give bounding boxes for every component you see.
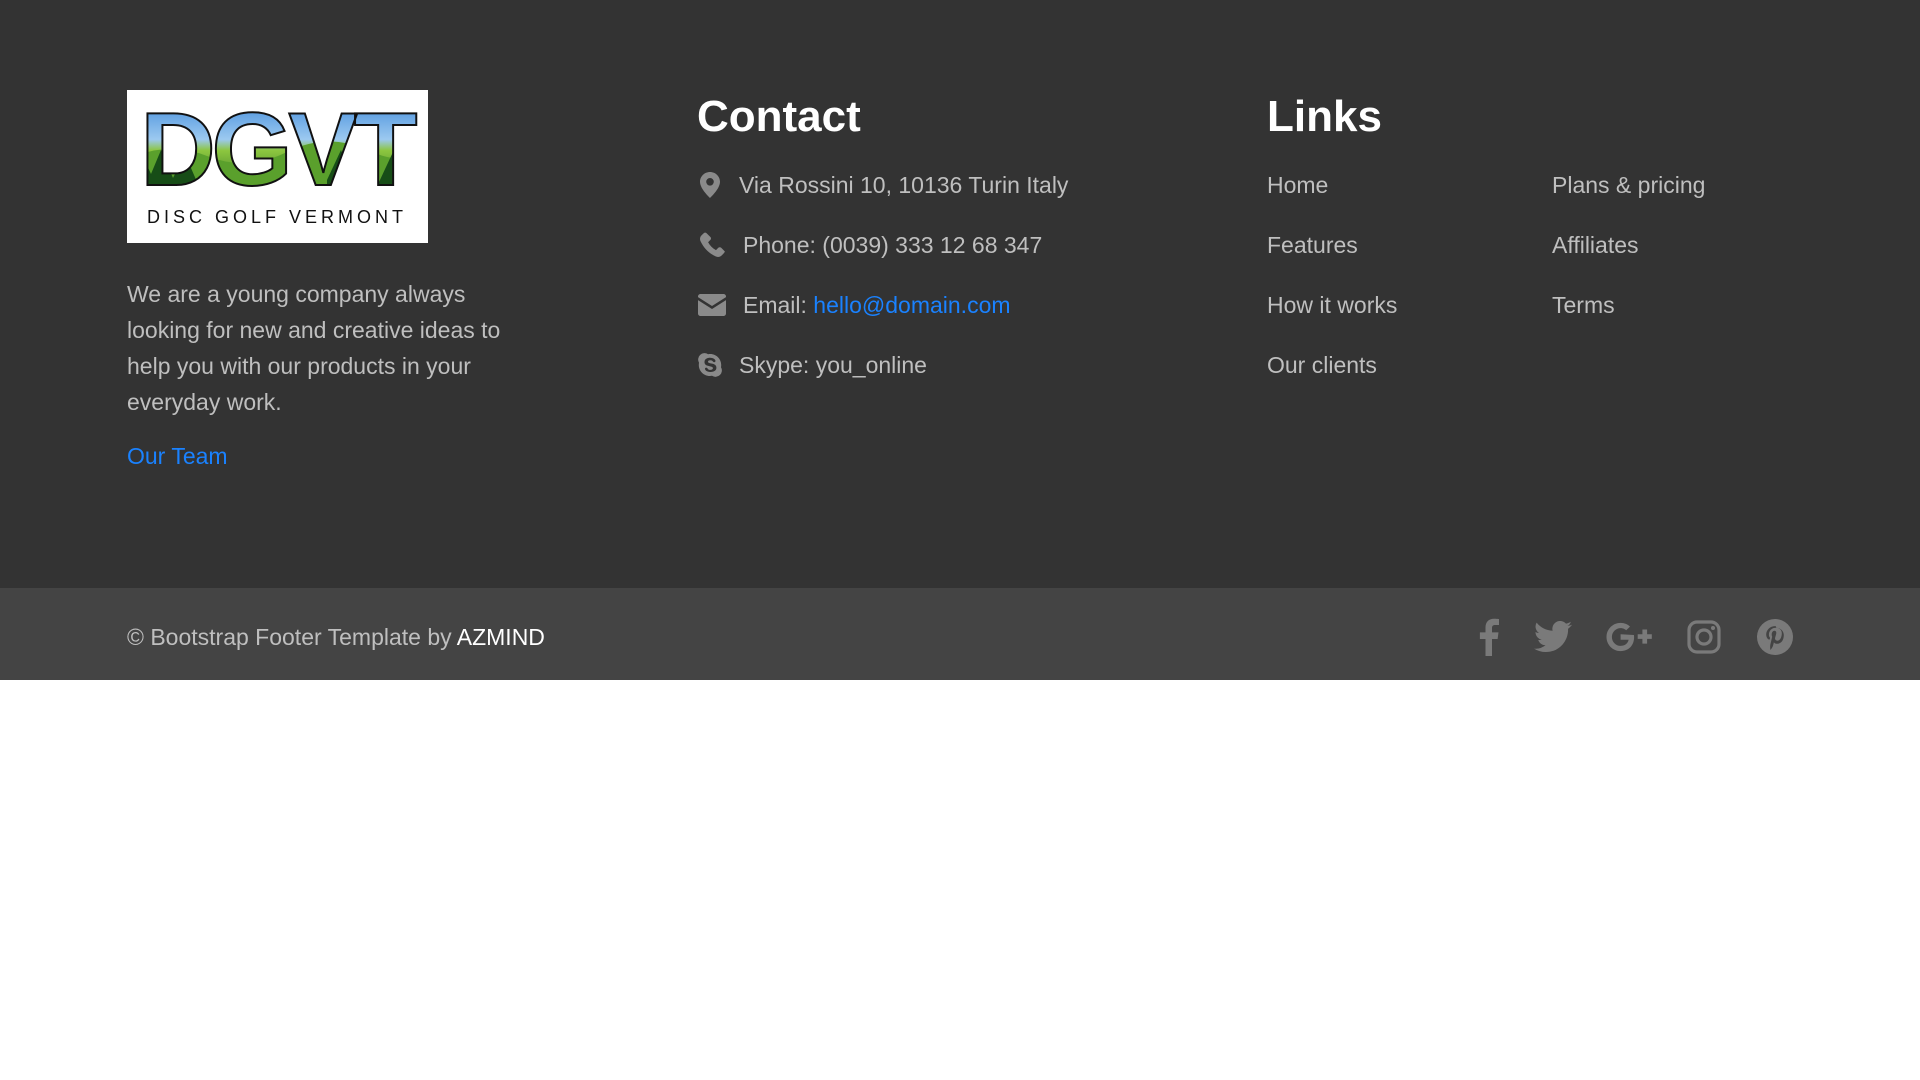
google-plus-icon[interactable] (1606, 618, 1652, 656)
dgvt-logo-graphic: DGVT DGVT DISC GOLF VERMONT (140, 91, 422, 227)
pinterest-icon[interactable] (1756, 618, 1794, 656)
our-team-link[interactable]: Our Team (127, 443, 228, 470)
dgvt-logo[interactable]: DGVT DGVT DISC GOLF VERMONT (127, 90, 428, 243)
skype-text: Skype: you_online (739, 351, 927, 378)
about-column: DGVT DGVT DISC GOLF VERMONT We are a you… (127, 90, 527, 470)
map-marker-icon (697, 172, 723, 198)
links-column: Links Home Features How it works Our cli… (1267, 90, 1827, 378)
envelope-icon (697, 292, 727, 318)
azmind-link[interactable]: AZMIND (457, 624, 545, 650)
contact-phone: Phone: (0039) 333 12 68 347 (697, 230, 1042, 260)
footer-top: DGVT DGVT DISC GOLF VERMONT We are a you… (0, 0, 1920, 588)
link-our-clients[interactable]: Our clients (1267, 350, 1377, 380)
link-terms[interactable]: Terms (1552, 290, 1615, 320)
contact-heading: Contact (697, 92, 861, 141)
twitter-icon[interactable] (1533, 618, 1573, 656)
contact-skype: Skype: you_online (697, 350, 927, 380)
links-heading: Links (1267, 92, 1382, 141)
about-text: We are a young company always looking fo… (127, 281, 501, 415)
address-text: Via Rossini 10, 10136 Turin Italy (739, 171, 1069, 198)
facebook-icon[interactable] (1476, 618, 1502, 656)
link-home[interactable]: Home (1267, 170, 1328, 200)
svg-text:DGVT: DGVT (141, 92, 417, 208)
email-link[interactable]: hello@domain.com (813, 292, 1010, 319)
contact-column: Contact Via Rossini 10, 10136 Turin Ital… (697, 90, 1217, 378)
instagram-icon[interactable] (1686, 618, 1722, 656)
link-features[interactable]: Features (1267, 230, 1358, 260)
copyright-prefix: © Bootstrap Footer Template by (127, 624, 457, 650)
skype-icon (697, 352, 723, 378)
copyright-text: © Bootstrap Footer Template by AZMIND (127, 622, 545, 652)
logo-tagline: DISC GOLF VERMONT (147, 207, 407, 227)
contact-email: Email: hello@domain.com (697, 290, 1011, 320)
contact-address: Via Rossini 10, 10136 Turin Italy (697, 170, 1068, 200)
email-label: Email: (743, 291, 814, 318)
phone-text: Phone: (0039) 333 12 68 347 (743, 231, 1043, 258)
link-plans-pricing[interactable]: Plans & pricing (1552, 170, 1705, 200)
phone-icon (697, 232, 727, 258)
link-affiliates[interactable]: Affiliates (1552, 230, 1639, 260)
link-how-it-works[interactable]: How it works (1267, 290, 1397, 320)
